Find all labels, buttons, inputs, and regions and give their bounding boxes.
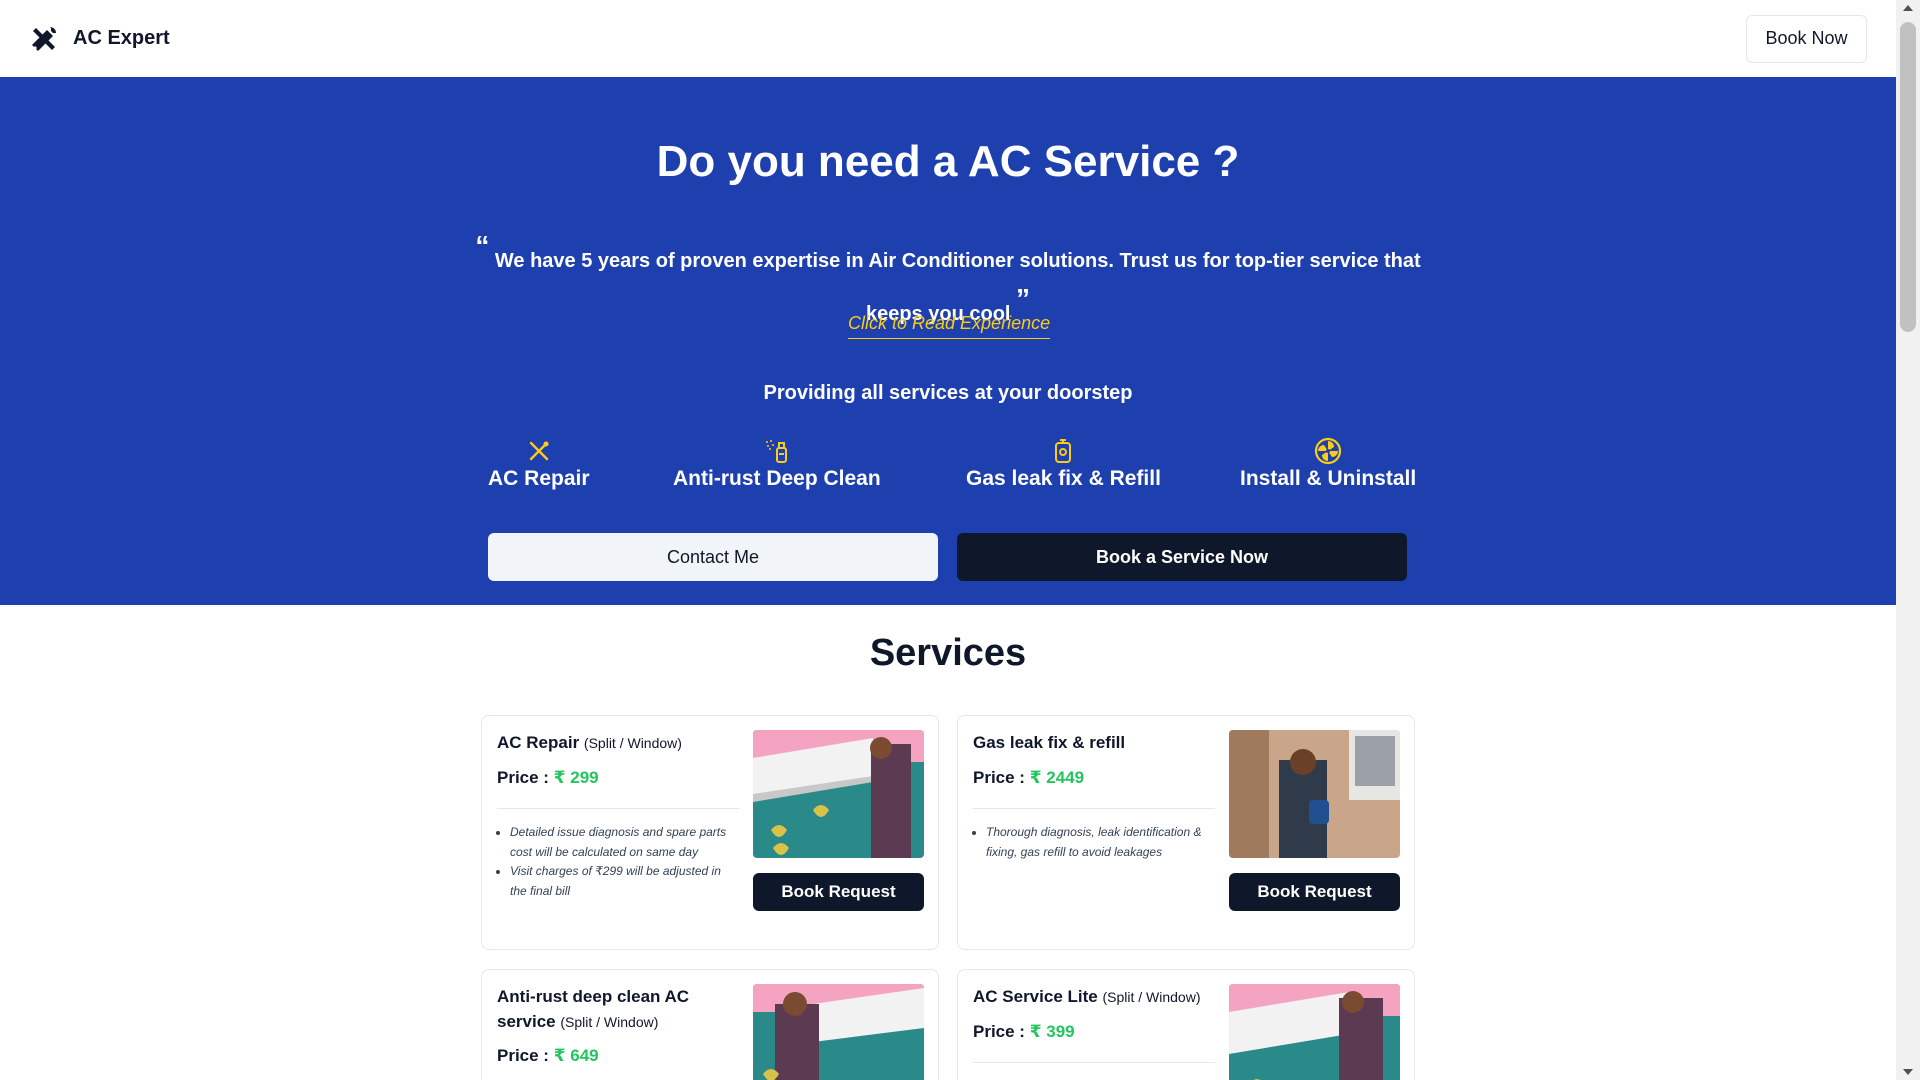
spray-icon [763,437,791,465]
gas-leak-photo [1229,730,1400,858]
page-scrollbar[interactable] [1896,0,1920,1080]
bullet-item: Visit charges of ₹299 will be adjusted i… [510,862,740,901]
scroll-down-arrow-icon[interactable] [1903,1069,1913,1075]
card-divider [973,1062,1215,1063]
card-title-text: AC Repair [497,733,580,752]
deep-clean-photo [753,984,924,1080]
hero-section: Do you need a AC Service ? “ We have 5 y… [0,77,1896,605]
card-bullets: Detailed issue diagnosis and spare parts… [510,823,740,901]
price-label: Price : [497,1046,549,1065]
book-now-button[interactable]: Book Now [1746,14,1867,63]
gas-cylinder-icon [1049,437,1077,465]
services-heading: Services [869,632,1027,674]
service-install: Install & Uninstall [1240,437,1416,491]
hero-title: Do you need a AC Service ? [656,137,1240,186]
brand-name: AC Expert [73,27,170,49]
card-title: Anti-rust deep clean AC service (Split /… [497,984,747,1035]
service-card-gas-leak: Gas leak fix & refill Price : ₹ 2449 Tho… [957,715,1415,950]
scroll-up-arrow-icon[interactable] [1903,5,1913,11]
price-value: ₹ 399 [1029,1022,1075,1041]
service-card-ac-repair: AC Repair (Split / Window) Price : ₹ 299… [481,715,939,950]
bullet-item: Thorough diagnosis, leak identification … [986,823,1216,862]
card-price: Price : ₹ 299 [497,768,599,788]
doorstep-tagline: Providing all services at your doorstep [763,382,1133,404]
service-label: Install & Uninstall [1240,467,1417,490]
service-label: AC Repair [488,467,590,490]
read-experience-link[interactable]: Click to Read Experience [848,313,1051,339]
card-bullets: Thorough diagnosis, leak identification … [986,823,1216,862]
quote-line-1: We have 5 years of proven expertise in A… [494,250,1421,272]
card-price: Price : ₹ 2449 [973,768,1084,788]
contact-me-button[interactable]: Contact Me [488,533,938,581]
bullet-item: Detailed issue diagnosis and spare parts… [510,823,740,862]
card-divider [497,808,739,809]
card-divider [973,808,1215,809]
price-value: ₹ 649 [553,1046,599,1065]
price-label: Price : [497,768,549,787]
book-request-button[interactable]: Book Request [753,873,924,911]
service-card-service-lite: AC Service Lite (Split / Window) Price :… [957,969,1415,1080]
price-label: Price : [973,1022,1025,1041]
price-value: ₹ 299 [553,768,599,787]
card-title: AC Service Lite (Split / Window) [973,984,1233,1010]
tools-logo-icon [29,24,59,54]
service-label: Gas leak fix & Refill [966,467,1161,490]
card-price: Price : ₹ 399 [973,1022,1075,1042]
service-deep-clean: Anti-rust Deep Clean [673,437,881,491]
service-label: Anti-rust Deep Clean [673,467,881,490]
ac-repair-photo [753,730,924,858]
book-request-button[interactable]: Book Request [1229,873,1400,911]
card-title: Gas leak fix & refill [973,730,1223,755]
card-price: Price : ₹ 649 [497,1046,599,1066]
quote-open-icon: “ [475,230,490,261]
scroll-thumb[interactable] [1900,22,1916,332]
service-card-deep-clean: Anti-rust deep clean AC service (Split /… [481,969,939,1080]
price-value: ₹ 2449 [1029,768,1085,787]
card-title: AC Repair (Split / Window) [497,730,747,756]
card-subtitle: (Split / Window) [583,735,682,751]
service-gas-leak: Gas leak fix & Refill [966,437,1161,491]
card-title-text: AC Service Lite [973,987,1098,1006]
card-title-text: Gas leak fix & refill [973,733,1126,752]
top-navbar: AC Expert Book Now [0,0,1896,77]
book-service-button[interactable]: Book a Service Now [957,533,1407,581]
card-subtitle: (Split / Window) [560,1014,659,1030]
service-ac-repair: AC Repair [488,437,590,491]
tools-icon [525,437,553,465]
brand[interactable]: AC Expert [29,24,170,54]
price-label: Price : [973,768,1025,787]
card-subtitle: (Split / Window) [1102,989,1201,1005]
fan-icon [1314,437,1342,465]
service-lite-photo [1229,984,1400,1080]
